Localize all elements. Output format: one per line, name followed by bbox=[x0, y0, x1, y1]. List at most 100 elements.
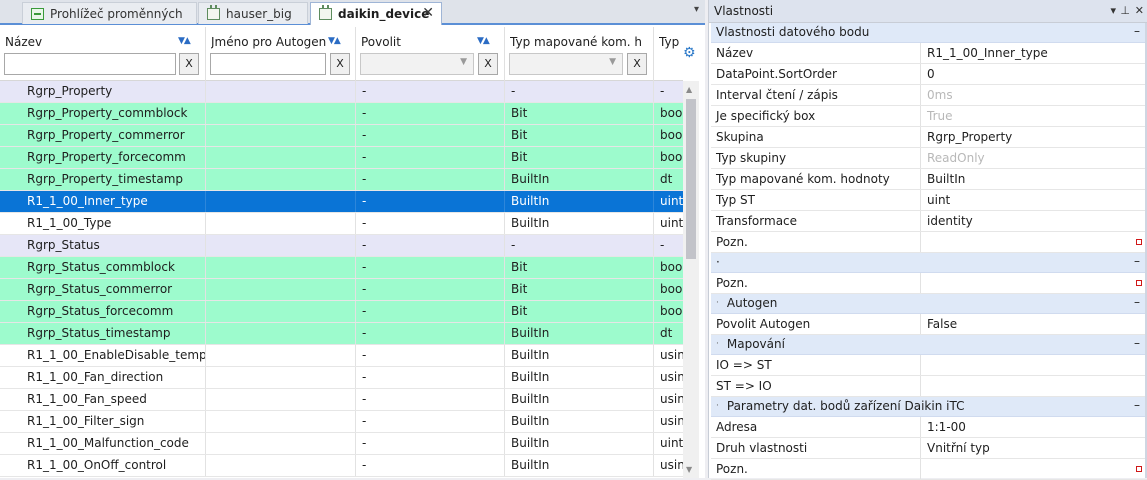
filter-select-mapped-type[interactable]: ▼ bbox=[509, 53, 623, 75]
section-label: Parametry dat. bodů zařízení Daikin iTC bbox=[726, 399, 965, 413]
table-row[interactable]: Rgrp_Status - - - bbox=[0, 235, 683, 257]
property-row[interactable]: Název R1_1_00_Inner_type bbox=[711, 43, 1147, 64]
collapse-icon[interactable]: – bbox=[1134, 295, 1140, 309]
property-row[interactable]: Pozn. bbox=[711, 459, 1147, 480]
edit-note-icon[interactable] bbox=[1136, 280, 1142, 286]
property-key: Pozn. bbox=[711, 273, 921, 293]
property-row[interactable]: Adresa 1:1-00 bbox=[711, 417, 1147, 438]
tab-hauser-big[interactable]: hauser_big bbox=[198, 2, 308, 24]
property-row[interactable]: Pozn. bbox=[711, 232, 1147, 253]
property-row[interactable]: Je specifický box True bbox=[711, 106, 1147, 127]
filter-input-autogen[interactable] bbox=[210, 53, 326, 75]
property-value[interactable]: BuiltIn bbox=[922, 169, 1147, 189]
tab-daikin-device[interactable]: daikin_device ✕ bbox=[310, 2, 442, 25]
section-autogen[interactable]: · Autogen – bbox=[711, 294, 1147, 314]
section-datapoint-properties[interactable]: Vlastnosti datového bodu – bbox=[711, 23, 1147, 43]
property-value[interactable]: Vnitřní typ bbox=[922, 438, 1147, 458]
cell-type: boo bbox=[660, 282, 683, 296]
section-unnamed[interactable]: · – bbox=[711, 253, 1147, 273]
property-value[interactable]: ReadOnly bbox=[922, 148, 1147, 168]
tab-list-dropdown-icon[interactable]: ▾ bbox=[694, 4, 699, 15]
table-row[interactable]: Rgrp_Status_commerror - Bit boo bbox=[0, 279, 683, 301]
clear-filter-button[interactable]: X bbox=[478, 53, 498, 75]
column-header-enable[interactable]: Povolit ▼▲ ▼ X bbox=[356, 27, 505, 81]
sort-icon[interactable]: ▼▲ bbox=[178, 36, 191, 46]
collapse-icon[interactable]: – bbox=[1134, 24, 1140, 38]
tab-variable-browser[interactable]: Prohlížeč proměnných bbox=[22, 2, 197, 24]
property-row[interactable]: Transformace identity bbox=[711, 211, 1147, 232]
property-value[interactable]: True bbox=[922, 106, 1147, 126]
property-row[interactable]: Typ mapované kom. hodnoty BuiltIn bbox=[711, 169, 1147, 190]
property-row[interactable]: Interval čtení / zápis 0ms bbox=[711, 85, 1147, 106]
clear-filter-button[interactable]: X bbox=[330, 53, 350, 75]
table-row[interactable]: R1_1_00_EnableDisable_tempe... - BuiltIn us… bbox=[0, 345, 683, 367]
property-value[interactable] bbox=[922, 459, 1147, 479]
column-header-type[interactable]: Typ bbox=[654, 27, 683, 81]
table-row[interactable]: Rgrp_Status_commblock - Bit boo bbox=[0, 257, 683, 279]
sort-icon[interactable]: ▼▲ bbox=[328, 36, 341, 46]
grid-icon bbox=[31, 7, 44, 20]
table-row[interactable]: R1_1_00_Fan_direction - BuiltIn usin bbox=[0, 367, 683, 389]
table-row[interactable]: Rgrp_Property_commblock - Bit boo bbox=[0, 103, 683, 125]
property-row[interactable]: IO => ST bbox=[711, 355, 1147, 376]
table-row[interactable]: R1_1_00_Filter_sign - BuiltIn usin bbox=[0, 411, 683, 433]
table-row[interactable]: R1_1_00_Inner_type - BuiltIn uint bbox=[0, 191, 683, 213]
property-value[interactable] bbox=[922, 232, 1147, 252]
table-row[interactable]: Rgrp_Property_forcecomm - Bit boo bbox=[0, 147, 683, 169]
property-row[interactable]: Pozn. bbox=[711, 273, 1147, 294]
column-header-autogen[interactable]: Jméno pro Autogen ▼▲ X bbox=[206, 27, 356, 81]
property-value[interactable]: identity bbox=[922, 211, 1147, 231]
section-mapping[interactable]: · Mapování – bbox=[711, 335, 1147, 355]
pane-dropdown-icon[interactable]: ▾ bbox=[1110, 4, 1116, 17]
table-row[interactable]: R1_1_00_OnOff_control - BuiltIn usin bbox=[0, 455, 683, 477]
column-chooser-gear-icon[interactable]: ⚙ bbox=[683, 46, 697, 60]
cell-type: - bbox=[660, 84, 665, 98]
column-header-name[interactable]: Název ▼▲ X bbox=[0, 27, 206, 81]
collapse-icon[interactable]: – bbox=[1134, 336, 1140, 350]
clear-filter-button[interactable]: X bbox=[627, 53, 647, 75]
property-value[interactable]: False bbox=[922, 314, 1147, 334]
property-row[interactable]: Typ ST uint bbox=[711, 190, 1147, 211]
close-pane-icon[interactable]: ✕ bbox=[1135, 4, 1144, 17]
scroll-down-icon[interactable]: ▼ bbox=[686, 465, 692, 474]
filter-input-name[interactable] bbox=[4, 53, 176, 75]
cell-type: usin bbox=[660, 392, 683, 406]
property-value[interactable] bbox=[922, 273, 1147, 293]
property-row[interactable]: Skupina Rgrp_Property bbox=[711, 127, 1147, 148]
table-row[interactable]: R1_1_00_Malfunction_code - BuiltIn uint bbox=[0, 433, 683, 455]
clear-filter-button[interactable]: X bbox=[179, 53, 199, 75]
vertical-scrollbar[interactable]: ▲ ▼ bbox=[683, 81, 699, 478]
table-row[interactable]: R1_1_00_Type - BuiltIn uint bbox=[0, 213, 683, 235]
property-row[interactable]: DataPoint.SortOrder 0 bbox=[711, 64, 1147, 85]
property-value[interactable]: Rgrp_Property bbox=[922, 127, 1147, 147]
collapse-icon[interactable]: – bbox=[1134, 254, 1140, 268]
edit-note-icon[interactable] bbox=[1136, 239, 1142, 245]
property-row[interactable]: Typ skupiny ReadOnly bbox=[711, 148, 1147, 169]
property-row[interactable]: ST => IO bbox=[711, 376, 1147, 397]
table-row[interactable]: Rgrp_Property_timestamp - BuiltIn dt bbox=[0, 169, 683, 191]
sort-icon[interactable]: ▼▲ bbox=[477, 36, 490, 46]
property-value[interactable]: 1:1-00 bbox=[922, 417, 1147, 437]
scrollbar-thumb[interactable] bbox=[686, 99, 696, 259]
property-value[interactable] bbox=[922, 355, 1147, 375]
property-value[interactable] bbox=[922, 376, 1147, 396]
property-value[interactable]: 0ms bbox=[922, 85, 1147, 105]
table-row[interactable]: R1_1_00_Fan_speed - BuiltIn usin bbox=[0, 389, 683, 411]
scroll-up-icon[interactable]: ▲ bbox=[686, 85, 692, 94]
property-row[interactable]: Povolit Autogen False bbox=[711, 314, 1147, 335]
property-row[interactable]: Druh vlastnosti Vnitřní typ bbox=[711, 438, 1147, 459]
filter-select-enable[interactable]: ▼ bbox=[360, 53, 474, 75]
table-row[interactable]: Rgrp_Property - - - bbox=[0, 81, 683, 103]
close-tab-icon[interactable]: ✕ bbox=[422, 5, 434, 21]
table-row[interactable]: Rgrp_Status_forcecomm - Bit boo bbox=[0, 301, 683, 323]
collapse-icon[interactable]: – bbox=[1134, 398, 1140, 412]
column-header-mapped-type[interactable]: Typ mapované kom. h ▼ X bbox=[505, 27, 654, 81]
property-value[interactable]: R1_1_00_Inner_type bbox=[922, 43, 1147, 63]
property-value[interactable]: uint bbox=[922, 190, 1147, 210]
property-value[interactable]: 0 bbox=[922, 64, 1147, 84]
table-row[interactable]: Rgrp_Property_commerror - Bit boo bbox=[0, 125, 683, 147]
table-row[interactable]: Rgrp_Status_timestamp - BuiltIn dt bbox=[0, 323, 683, 345]
edit-note-icon[interactable] bbox=[1136, 466, 1142, 472]
section-daikin-parameters[interactable]: · Parametry dat. bodů zařízení Daikin iTC… bbox=[711, 397, 1147, 417]
pin-icon[interactable]: ⊥ bbox=[1120, 4, 1130, 17]
